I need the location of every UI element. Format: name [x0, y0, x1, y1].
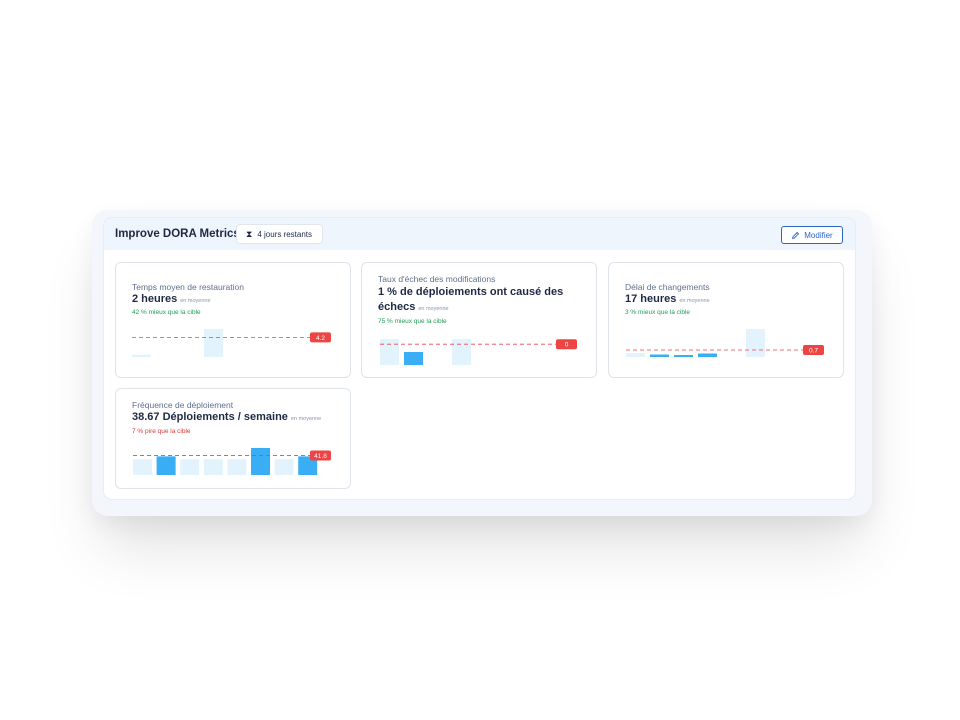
chart-bar — [452, 339, 471, 365]
target-value-label: 0.7 — [809, 348, 818, 355]
chart-bar — [204, 329, 223, 357]
metric-chart: 4.2 — [132, 329, 331, 357]
goal-panel: Improve DORA Metrics ⧗ 4 jours restants … — [104, 218, 855, 499]
metric-card-lead-time[interactable]: Délai de changements 17 heures en moyenne… — [608, 262, 844, 378]
chart-bar — [650, 354, 669, 357]
chart-bar — [132, 354, 151, 357]
edit-button-label: Modifier — [804, 230, 833, 240]
chart-bar — [156, 456, 176, 475]
metric-chart: 0 — [380, 339, 577, 365]
remaining-days-label: 4 jours restants — [257, 229, 313, 239]
remaining-days-badge: ⧗ 4 jours restants — [236, 224, 324, 244]
target-value-label: 0 — [565, 342, 569, 349]
chart-bar — [274, 459, 294, 475]
chart-bar — [674, 355, 693, 357]
pencil-icon — [792, 231, 800, 239]
edit-button[interactable]: Modifier — [781, 226, 843, 244]
chart-bar — [227, 459, 247, 475]
chart-bar — [133, 459, 152, 475]
target-value-label: 4.2 — [316, 335, 325, 342]
metric-chart: 0.7 — [626, 329, 824, 357]
chart-bar — [404, 352, 423, 365]
panel-title: Improve DORA Metrics — [115, 228, 240, 240]
chart-bar — [380, 339, 399, 365]
metric-card-deploy-frequency[interactable]: Fréquence de déploiement 38.67 Déploieme… — [115, 388, 351, 489]
target-value-label: 41.8 — [314, 453, 327, 460]
metric-chart: 41.8 — [133, 448, 331, 475]
chart-bar — [746, 329, 765, 357]
chart-bar — [626, 353, 645, 357]
chart-bar — [698, 353, 717, 357]
panel-header: Improve DORA Metrics ⧗ 4 jours restants … — [104, 218, 855, 250]
chart-bar — [180, 459, 200, 475]
chart-bar — [203, 459, 223, 475]
hourglass-icon: ⧗ — [246, 228, 253, 239]
chart-bar — [251, 448, 270, 475]
metric-card-restore-time[interactable]: Temps moyen de restauration 2 heures en m… — [115, 262, 351, 378]
metric-card-failure-rate[interactable]: Taux d'échec des modifications 1 % de dé… — [361, 262, 597, 378]
